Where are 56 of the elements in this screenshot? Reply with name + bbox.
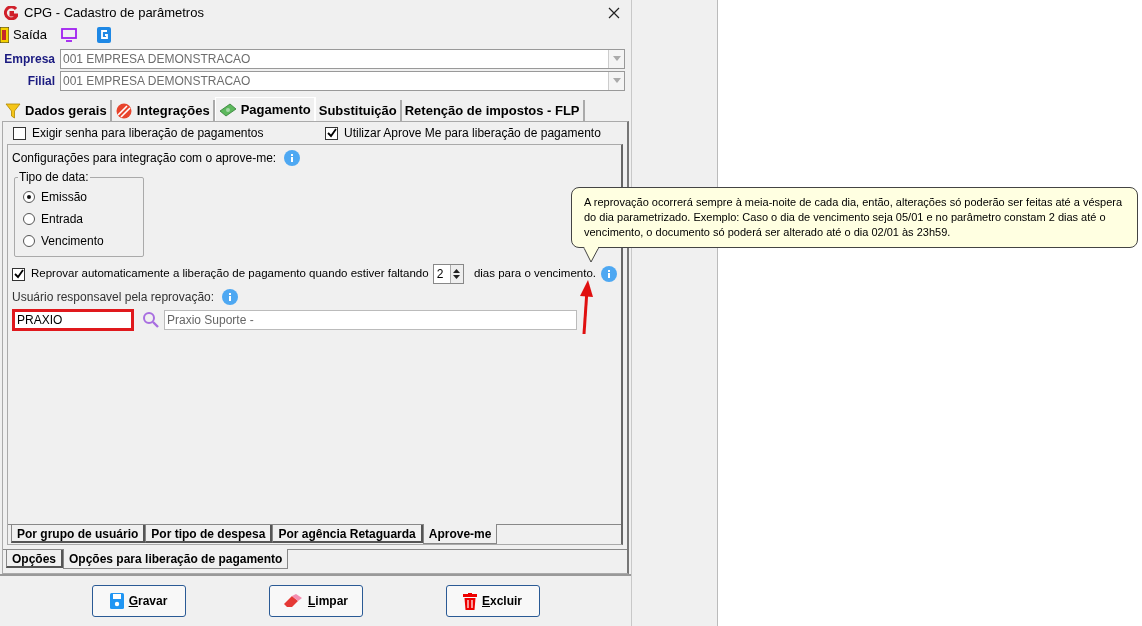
radio-button[interactable] xyxy=(23,213,35,225)
checkbox[interactable] xyxy=(12,267,25,281)
caret-icon xyxy=(612,78,621,83)
field-label: Empresa xyxy=(3,50,56,68)
checkbox-label: Exigir senha para liberação de pagamentos xyxy=(32,125,264,142)
monitor-icon[interactable] xyxy=(61,28,77,42)
tab[interactable]: Substituição xyxy=(315,100,402,121)
checkbox[interactable] xyxy=(325,126,338,140)
trash-icon xyxy=(463,592,477,610)
book-icon[interactable] xyxy=(97,27,111,43)
tab[interactable]: Aprove-me xyxy=(422,524,498,544)
checkbox-label: Reprovar automaticamente a liberação de pagamento quando estiver faltando xyxy=(31,266,429,282)
field-label: Filial xyxy=(26,72,56,90)
funnel-icon xyxy=(5,102,21,119)
checkbox[interactable] xyxy=(13,126,26,140)
info-icon[interactable] xyxy=(601,266,617,282)
radio-label: Emissão xyxy=(41,189,87,206)
group-title: Tipo de data: xyxy=(18,169,90,186)
caret-icon xyxy=(612,56,621,61)
tab[interactable]: Opções para liberação de pagamento xyxy=(63,549,289,569)
tab[interactable]: Pagamento xyxy=(214,97,316,121)
days-spinner[interactable]: 2 xyxy=(432,264,464,284)
action-button[interactable]: Excluir xyxy=(445,585,540,617)
tab[interactable]: Retenção de impostos - FLP xyxy=(401,100,585,121)
radio-label: Vencimento xyxy=(41,233,104,250)
search-icon[interactable] xyxy=(142,311,160,329)
field-label: Usuário responsavel pela reprovação: xyxy=(12,289,215,306)
section-label: Configurações para integração com o aprove-me: xyxy=(12,150,277,167)
tab[interactable]: Dados gerais xyxy=(2,100,112,121)
tooltip: A reprovação ocorrerá sempre à meia-noite de cada dia, então, alterações só poderão ser feitas até a véspera do dia parametrizado. Exemplo: Caso o dia de vencimento seja 05/01 e no parâmetro constam 2 dias até o vencimento, o documento só poderá ser alterado até o dia 02/01 às 23h59. xyxy=(571,187,1138,248)
radio-button[interactable] xyxy=(23,191,35,203)
tab[interactable]: Por grupo de usuário xyxy=(11,525,146,543)
user-code-field[interactable]: PRAXIO xyxy=(12,309,134,331)
tab[interactable]: Por tipo de despesa xyxy=(145,525,273,543)
eraser-icon xyxy=(283,594,303,608)
tab[interactable]: Integrações xyxy=(111,100,215,121)
exit-button[interactable]: Saída xyxy=(0,25,47,45)
action-button[interactable]: Gravar xyxy=(91,585,186,617)
stripes-icon xyxy=(114,102,133,119)
radio-label: Entrada xyxy=(41,211,84,228)
door-icon xyxy=(0,27,9,43)
tab[interactable]: Por agência Retaguarda xyxy=(272,525,423,543)
tab[interactable]: Opções xyxy=(6,550,63,568)
close-icon xyxy=(608,7,620,19)
checkbox-label: Utilizar Aprove Me para liberação de pagamento xyxy=(344,125,601,142)
app-logo-icon xyxy=(4,6,18,20)
info-icon[interactable] xyxy=(222,289,239,305)
action-button[interactable]: Limpar xyxy=(268,585,363,617)
money-icon xyxy=(218,101,237,118)
tooltip-pointer xyxy=(583,247,600,263)
user-name-field: Praxio Suporte - xyxy=(164,310,577,330)
radio-button[interactable] xyxy=(23,235,35,247)
info-icon[interactable] xyxy=(284,150,301,166)
days-suffix: dias para o vencimento. xyxy=(473,266,596,282)
window-title: CPG - Cadastro de parâmetros xyxy=(24,4,205,23)
pointer-arrow xyxy=(578,280,594,335)
